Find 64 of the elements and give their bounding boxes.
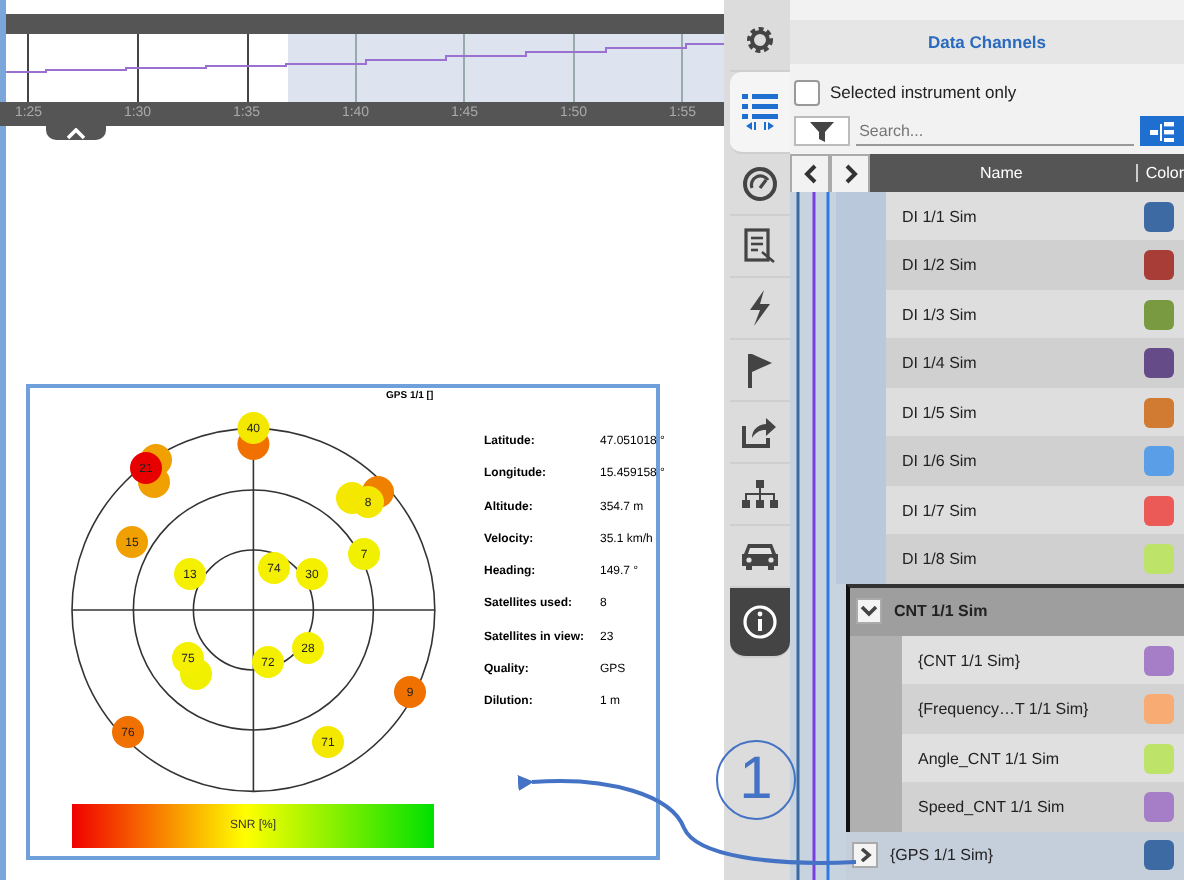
channel-name[interactable]: DI 1/2 Sim — [902, 256, 977, 275]
settings-icon — [744, 24, 776, 56]
channel-name[interactable]: DI 1/7 Sim — [902, 501, 977, 520]
channel-name[interactable]: {CNT 1/1 Sim} — [918, 651, 1020, 670]
flag-icon — [746, 352, 774, 388]
channel-name[interactable]: DI 1/4 Sim — [902, 354, 977, 373]
next-button[interactable] — [830, 154, 870, 192]
channel-name[interactable]: {Frequency…T 1/1 Sim} — [918, 700, 1089, 719]
color-swatch[interactable] — [1144, 201, 1174, 232]
color-swatch[interactable] — [1144, 743, 1174, 774]
chevron-right-icon — [856, 848, 874, 863]
color-swatch[interactable] — [1144, 299, 1174, 330]
report-icon — [744, 228, 776, 264]
group-name[interactable]: CNT 1/1 Sim — [894, 602, 988, 621]
share-icon — [742, 416, 778, 448]
filter-icon — [809, 119, 834, 144]
expand-toggle[interactable] — [852, 842, 878, 869]
color-swatch[interactable] — [1144, 348, 1174, 379]
checkbox[interactable] — [794, 79, 820, 106]
channel-name[interactable]: Speed_CNT 1/1 Sim — [918, 798, 1065, 817]
lightning-icon — [746, 290, 774, 326]
channel-name[interactable]: DI 1/5 Sim — [902, 403, 977, 422]
row-gutter — [836, 191, 886, 241]
column-header[interactable]: Color — [1135, 164, 1184, 183]
channel-name[interactable]: DI 1/6 Sim — [902, 452, 977, 471]
chevron-down-icon — [860, 604, 878, 619]
filter-button[interactable] — [794, 116, 850, 147]
color-swatch[interactable] — [1144, 792, 1174, 823]
chevron-up-icon — [66, 127, 86, 139]
color-swatch[interactable] — [1144, 694, 1174, 725]
search-field[interactable]: Search... — [855, 116, 1135, 147]
group-name[interactable]: {GPS 1/1 Sim} — [890, 846, 994, 865]
info-icon — [742, 604, 778, 640]
panel-header: Data Channels — [790, 20, 1184, 64]
row-gutter — [850, 635, 902, 685]
previous-button[interactable] — [790, 154, 830, 192]
chevron-right-icon — [843, 163, 857, 184]
chevron-left-icon — [803, 163, 817, 184]
hierarchy-icon — [742, 480, 778, 508]
color-swatch[interactable] — [1144, 397, 1174, 428]
row-gutter — [836, 534, 886, 584]
sidebar-tab[interactable] — [730, 588, 790, 658]
color-swatch[interactable] — [1144, 495, 1174, 526]
tree-view-button[interactable] — [1140, 116, 1184, 147]
sidebar-tab[interactable] — [730, 72, 790, 154]
expand-toggle[interactable] — [856, 598, 882, 625]
column-header[interactable]: Name — [980, 164, 1023, 183]
car-icon — [740, 540, 780, 572]
gauge-icon — [742, 166, 778, 202]
hierarchy-icon — [1150, 121, 1175, 142]
checkbox-label: Selected instrument only — [830, 82, 1017, 103]
color-swatch[interactable] — [1144, 645, 1174, 676]
color-swatch[interactable] — [1144, 840, 1174, 871]
list-icon — [742, 92, 778, 132]
row-gutter — [850, 782, 902, 832]
callout-number: 1 — [716, 740, 796, 820]
channel-name[interactable]: DI 1/1 Sim — [902, 207, 977, 226]
channel-name[interactable]: DI 1/8 Sim — [902, 550, 977, 569]
channel-name[interactable]: Angle_CNT 1/1 Sim — [918, 749, 1060, 768]
color-swatch[interactable] — [1144, 250, 1174, 281]
collapse-handle[interactable] — [46, 126, 106, 140]
channel-name[interactable]: DI 1/3 Sim — [902, 305, 977, 324]
color-swatch[interactable] — [1144, 544, 1174, 575]
color-swatch[interactable] — [1144, 446, 1174, 477]
